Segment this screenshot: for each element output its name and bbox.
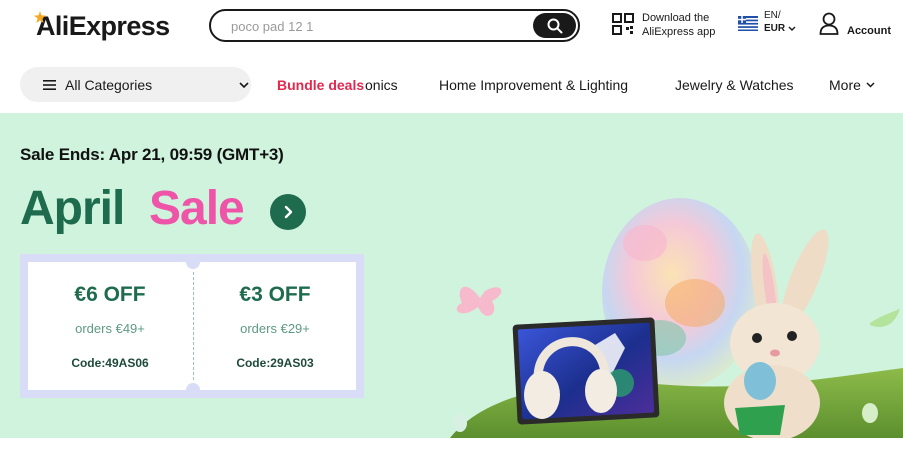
small-egg: [453, 414, 467, 432]
chevron-down-icon: [239, 82, 249, 88]
search-bar: [209, 9, 580, 42]
coupon-notch-top: [186, 255, 200, 269]
coupon-code[interactable]: Code:29AS03: [193, 356, 357, 370]
coupon-card: €6 OFF orders €49+ Code:49AS06 €3 OFF or…: [20, 254, 364, 398]
currency-label: EUR: [764, 23, 786, 34]
aliexpress-logo[interactable]: AliExpress: [34, 8, 170, 44]
april-sale-banner[interactable]: Sale Ends: Apr 21, 09:59 (GMT+3) April S…: [0, 113, 903, 438]
coupon-condition: orders €29+: [240, 321, 310, 336]
logo-star-icon: [34, 11, 46, 23]
easter-illustration: [450, 198, 903, 438]
account-link[interactable]: Account: [847, 25, 891, 37]
user-icon[interactable]: [819, 12, 839, 36]
sale-title-april: April: [20, 182, 125, 235]
search-button[interactable]: [533, 13, 576, 38]
download-app-link[interactable]: Download the AliExpress app: [642, 11, 715, 39]
all-categories-button[interactable]: All Categories: [20, 67, 251, 102]
coupon-inner: €6 OFF orders €49+ Code:49AS06 €3 OFF or…: [28, 255, 357, 397]
download-line-1: Download the: [642, 12, 710, 24]
search-input[interactable]: [231, 17, 521, 35]
leaf: [870, 308, 900, 328]
coupon-code[interactable]: Code:49AS06: [28, 356, 192, 370]
nav-item-electronics[interactable]: onics: [365, 77, 398, 93]
download-line-2: AliExpress app: [642, 26, 716, 38]
coupon-condition: orders €49+: [75, 321, 145, 336]
all-categories-label: All Categories: [65, 77, 153, 93]
logo-text: AliExpress: [36, 10, 170, 41]
language-label: EN/: [764, 10, 781, 21]
banner-arrow-button[interactable]: [270, 194, 306, 230]
language-currency-selector[interactable]: EN/ EUR: [764, 9, 796, 35]
nav-item-jewelry-watches[interactable]: Jewelry & Watches: [675, 77, 794, 93]
menu-icon: [43, 80, 56, 90]
sale-end-countdown: Sale Ends: Apr 21, 09:59 (GMT+3): [20, 145, 284, 164]
small-egg: [862, 403, 878, 423]
greece-flag-icon: [738, 16, 758, 31]
category-nav: All Categories Bundle deals onics Home I…: [0, 64, 903, 104]
egg-patch: [665, 279, 725, 327]
nav-item-more[interactable]: More: [829, 77, 875, 93]
sale-title-sale: Sale: [149, 182, 245, 235]
chevron-down-icon: [788, 26, 796, 31]
header: AliExpress Download the AliExpress app: [0, 0, 903, 58]
more-label: More: [829, 77, 861, 93]
search-icon: [547, 18, 562, 33]
coupon-amount: €3 OFF: [239, 283, 311, 306]
butterfly: [456, 286, 502, 316]
nav-item-home-improvement[interactable]: Home Improvement & Lighting: [439, 77, 628, 93]
coupon-amount: €6 OFF: [74, 283, 146, 306]
qr-code-icon[interactable]: [612, 13, 634, 35]
chevron-down-icon: [866, 82, 875, 88]
arrow-right-icon: [284, 205, 293, 219]
nav-item-bundle-deals[interactable]: Bundle deals: [277, 77, 364, 93]
egg-patch: [623, 225, 667, 261]
coupon-notch-bottom: [186, 383, 200, 397]
